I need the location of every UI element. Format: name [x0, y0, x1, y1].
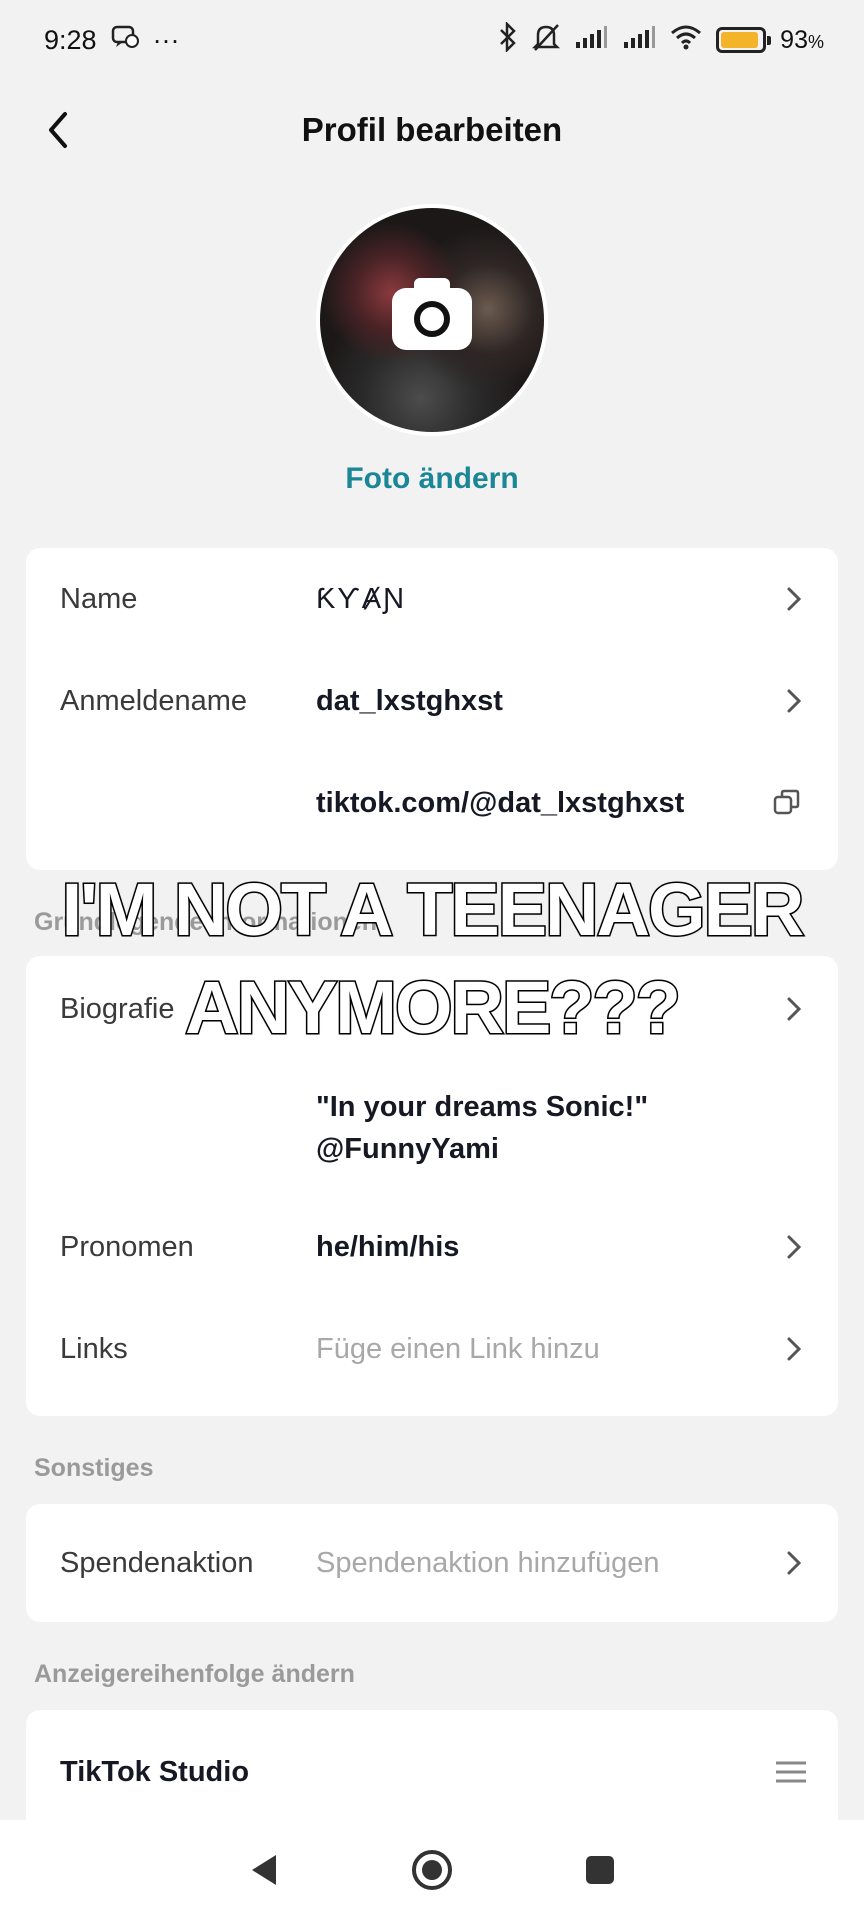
basic-info-card: Name ƘƳȺƝ Anmeldename dat_lxstghxst tikt… [26, 548, 838, 870]
fundraiser-row[interactable]: Spendenaktion Spendenaktion hinzufügen [26, 1504, 838, 1622]
back-button[interactable] [30, 102, 86, 158]
section-title-order: Anzeigereihenfolge ändern [34, 1660, 355, 1688]
chevron-right-icon [780, 1335, 808, 1363]
links-label: Links [60, 1332, 128, 1365]
header: Profil bearbeiten [0, 80, 864, 180]
status-right: 93% [498, 20, 824, 59]
chevron-right-icon [780, 585, 808, 613]
nav-home-button[interactable] [402, 1840, 462, 1900]
bio-line-2: @FunnyYami [316, 1133, 499, 1165]
signal-icon-2 [622, 24, 656, 57]
links-placeholder: Füge einen Link hinzu [316, 1332, 600, 1365]
more-dots: ··· [152, 24, 180, 55]
triangle-back-icon [252, 1855, 276, 1885]
signal-icon [574, 24, 608, 57]
fundraiser-label: Spendenaktion [60, 1546, 254, 1579]
circle-home-icon [412, 1850, 452, 1890]
section-title-other: Sonstiges [34, 1454, 154, 1482]
square-recents-icon [586, 1856, 614, 1884]
nav-recents-button[interactable] [570, 1840, 630, 1900]
bluetooth-icon [498, 20, 518, 59]
camera-icon[interactable] [392, 278, 472, 350]
camera-lens [414, 301, 450, 337]
links-row[interactable]: Links Füge einen Link hinzu [26, 1298, 838, 1400]
copy-icon[interactable] [772, 788, 802, 818]
fundraiser-placeholder: Spendenaktion hinzufügen [316, 1546, 660, 1579]
name-value: ƘƳȺƝ [316, 582, 407, 615]
pronouns-row[interactable]: Pronomen he/him/his [26, 1196, 838, 1298]
page-title: Profil bearbeiten [301, 111, 563, 148]
video-caption-line-1: I'M NOT A TEENAGER [60, 867, 806, 953]
tiktok-studio-row[interactable]: TikTok Studio [26, 1710, 838, 1834]
tiktok-studio-label: TikTok Studio [60, 1755, 250, 1788]
profile-link-value: tiktok.com/@dat_lxstghxst [316, 786, 685, 819]
status-bar: 9:28 ··· 93% [0, 0, 864, 80]
bio-line-1: "In your dreams Sonic!" [316, 1091, 649, 1123]
pronouns-label: Pronomen [60, 1230, 194, 1263]
battery-fill [721, 32, 759, 48]
chevron-right-icon [780, 1233, 808, 1261]
mute-icon [532, 22, 561, 59]
username-row[interactable]: Anmeldename dat_lxstghxst [26, 650, 838, 752]
name-row[interactable]: Name ƘƳȺƝ [26, 548, 838, 650]
username-label: Anmeldename [60, 684, 247, 717]
username-value: dat_lxstghxst [316, 684, 503, 717]
profile-link-row: tiktok.com/@dat_lxstghxst [26, 752, 838, 854]
chevron-left-icon [49, 112, 67, 148]
chevron-right-icon [780, 1549, 808, 1577]
bio-text: "In your dreams Sonic!" @FunnyYami [316, 1086, 648, 1170]
change-photo-link[interactable]: Foto ändern [0, 462, 864, 496]
name-label: Name [60, 582, 138, 615]
status-left: 9:28 ··· [44, 25, 180, 56]
system-nav-bar [0, 1820, 864, 1920]
wifi-icon [670, 24, 702, 57]
pronouns-value: he/him/his [316, 1230, 460, 1263]
battery-percent: 93% [780, 25, 824, 54]
nav-back-button[interactable] [234, 1840, 294, 1900]
message-icon [111, 25, 139, 56]
battery-icon [716, 27, 772, 53]
chevron-right-icon [780, 687, 808, 715]
video-caption-line-2: ANYMORE??? [184, 965, 683, 1051]
drag-handle-icon[interactable] [774, 1758, 808, 1786]
other-card: Spendenaktion Spendenaktion hinzufügen [26, 1504, 838, 1622]
status-time: 9:28 [44, 24, 97, 55]
